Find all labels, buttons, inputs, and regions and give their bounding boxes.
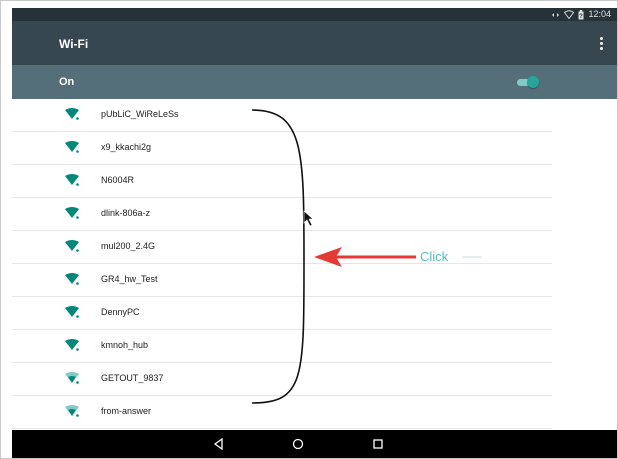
battery-icon: ?	[578, 9, 584, 20]
wifi-master-switch-bar[interactable]: On	[12, 65, 617, 99]
more-vert-icon[interactable]	[597, 36, 605, 50]
wifi-signal-icon	[65, 306, 79, 318]
network-ssid: N6004R	[101, 175, 135, 185]
android-screen: ? 12:04 Wi-Fi On pUbLiC_WiReLeSs x9_kkach…	[12, 8, 617, 458]
status-bar: ? 12:04	[12, 8, 617, 21]
svg-text:?: ?	[580, 14, 584, 20]
wifi-signal-icon	[65, 405, 79, 417]
network-ssid: DennyPC	[101, 307, 140, 317]
wifi-toggle[interactable]	[517, 76, 539, 88]
wifi-signal-icon	[65, 372, 79, 384]
network-row[interactable]: N6004R	[12, 165, 552, 198]
status-icons: ? 12:04	[551, 9, 611, 20]
network-row[interactable]: DennyPC	[12, 297, 552, 330]
wifi-signal-icon	[65, 240, 79, 252]
annotation-click-label: Click	[420, 249, 449, 264]
wifi-signal-icon	[65, 273, 79, 285]
navigation-bar	[12, 430, 617, 458]
wifi-signal-icon	[65, 141, 79, 153]
app-bar: Wi-Fi	[12, 21, 617, 65]
network-row[interactable]: kmnoh_hub	[12, 330, 552, 363]
network-row[interactable]: GR4_hw_Test	[12, 264, 552, 297]
network-row[interactable]: from-answer	[12, 396, 552, 429]
network-row[interactable]: mul200_2.4G	[12, 231, 552, 264]
network-row[interactable]: dlink-806a-z	[12, 198, 552, 231]
wifi-signal-icon	[65, 207, 79, 219]
status-time: 12:04	[588, 9, 611, 19]
network-row[interactable]: x9_kkachi2g	[12, 132, 552, 165]
network-ssid: from-answer	[101, 406, 152, 416]
wifi-status-icon	[564, 10, 575, 19]
home-icon[interactable]	[290, 436, 306, 452]
network-list[interactable]: pUbLiC_WiReLeSs x9_kkachi2g N6004R dlink-80…	[12, 99, 617, 434]
network-ssid: GETOUT_9837	[101, 373, 164, 383]
network-row[interactable]: pUbLiC_WiReLeSs	[12, 99, 552, 132]
network-ssid: pUbLiC_WiReLeSs	[101, 109, 179, 119]
wifi-signal-icon	[65, 108, 79, 120]
wifi-signal-icon	[65, 174, 79, 186]
network-ssid: kmnoh_hub	[101, 340, 149, 350]
toggle-thumb	[527, 76, 539, 88]
network-ssid: dlink-806a-z	[101, 208, 151, 218]
network-ssid: GR4_hw_Test	[101, 274, 158, 284]
network-ssid: mul200_2.4G	[101, 241, 156, 251]
page-title: Wi-Fi	[59, 37, 89, 51]
network-row[interactable]: GETOUT_9837	[12, 363, 552, 396]
screenshot-frame: ? 12:04 Wi-Fi On pUbLiC_WiReLeSs x9_kkach…	[0, 0, 618, 459]
back-icon[interactable]	[211, 436, 227, 452]
wifi-switch-label: On	[59, 76, 75, 88]
data-arrows-icon	[552, 12, 560, 17]
network-ssid: x9_kkachi2g	[101, 142, 152, 152]
recents-icon[interactable]	[370, 436, 386, 452]
wifi-signal-icon	[65, 339, 79, 351]
